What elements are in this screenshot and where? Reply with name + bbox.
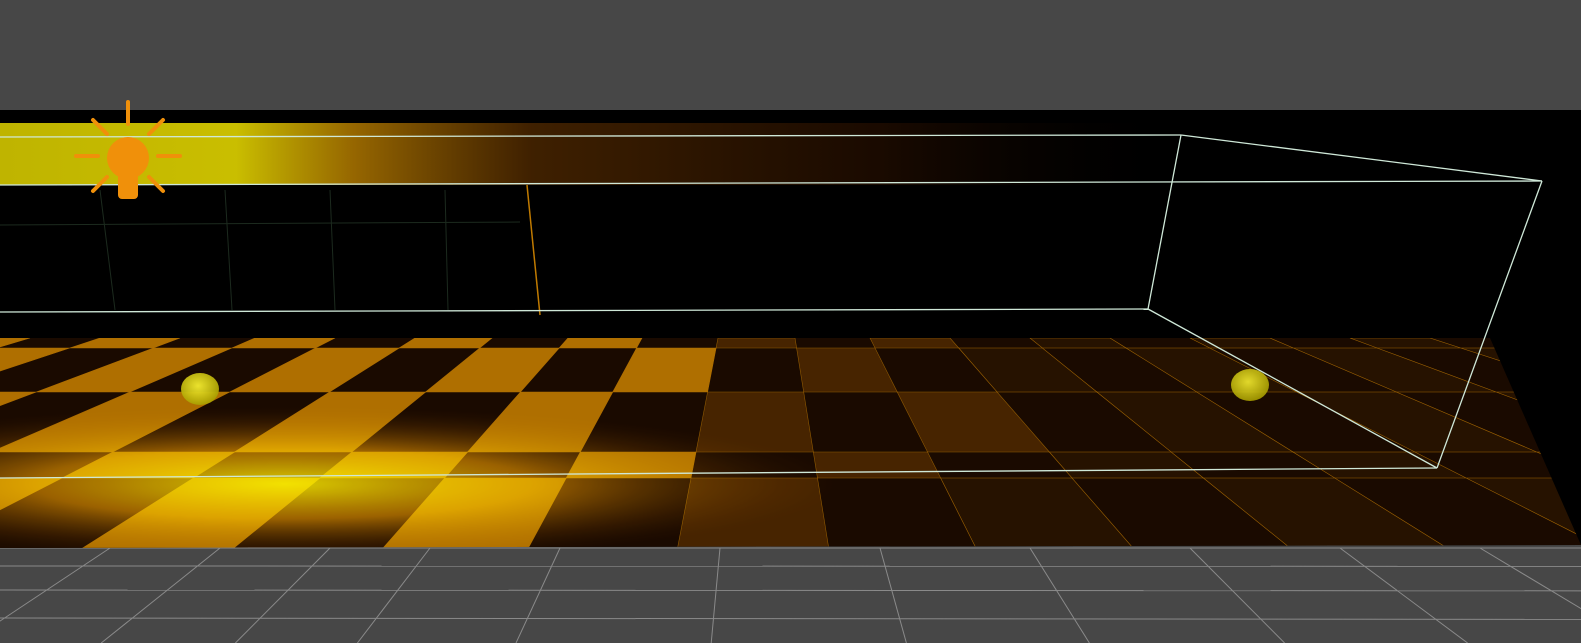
- editor-grid: [0, 547, 1581, 643]
- scene-viewport[interactable]: [0, 0, 1581, 643]
- grid-line: [710, 547, 721, 643]
- grid-line: [235, 547, 331, 643]
- light-probe-left[interactable]: [181, 373, 219, 405]
- grid-line: [1189, 547, 1285, 643]
- grid-line: [1339, 547, 1468, 643]
- scene-canvas[interactable]: [0, 0, 1581, 643]
- grid-line: [1479, 547, 1581, 610]
- grid-line: [0, 589, 1581, 592]
- light-probe-right[interactable]: [1231, 369, 1269, 401]
- grid-line: [0, 547, 111, 622]
- grid-line: [100, 547, 221, 643]
- grid-line: [879, 547, 907, 643]
- grid-line: [0, 617, 1581, 620]
- grid-line: [1029, 547, 1090, 643]
- grid-line: [515, 547, 561, 643]
- checker-floor: [0, 338, 1581, 548]
- grid-line: [357, 547, 431, 643]
